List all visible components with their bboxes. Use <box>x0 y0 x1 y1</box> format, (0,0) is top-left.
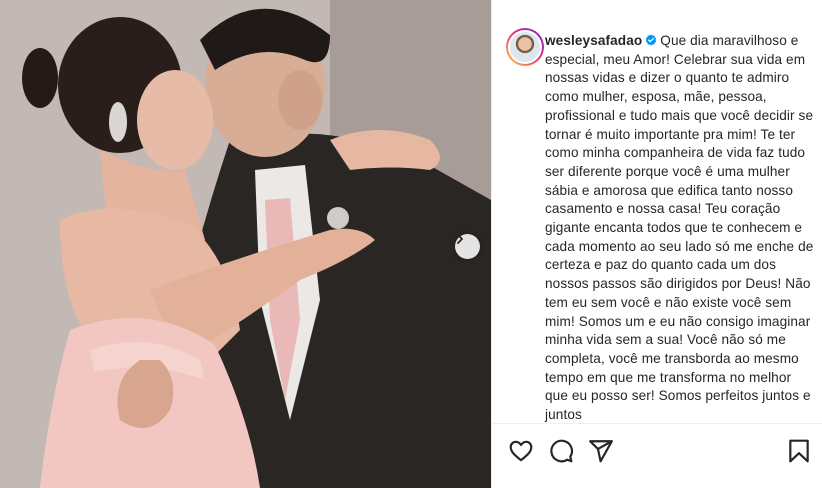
save-button[interactable] <box>786 438 812 464</box>
post-caption: wesleysafadao Que dia maravilhoso e espec… <box>509 32 814 422</box>
like-button[interactable] <box>508 438 534 464</box>
couple-photo-illustration <box>0 0 491 488</box>
post-photo[interactable] <box>0 0 491 488</box>
comment-button[interactable] <box>548 438 574 464</box>
caption-area: wesleysafadao Que dia maravilhoso e espec… <box>492 0 822 422</box>
verified-badge-icon <box>646 34 657 46</box>
post-actions-bar <box>492 424 822 488</box>
bookmark-icon <box>789 439 809 463</box>
caption-text: Que dia maravilhoso e especial, meu Amor… <box>545 33 814 422</box>
chevron-right-icon <box>457 234 463 244</box>
next-photo-button[interactable] <box>455 234 480 259</box>
post-side-panel: wesleysafadao Que dia maravilhoso e espec… <box>491 0 822 488</box>
share-button[interactable] <box>588 438 614 464</box>
share-icon <box>589 440 613 463</box>
heart-icon <box>509 440 533 462</box>
username-link[interactable]: wesleysafadao <box>545 33 642 48</box>
comment-icon <box>550 439 574 463</box>
